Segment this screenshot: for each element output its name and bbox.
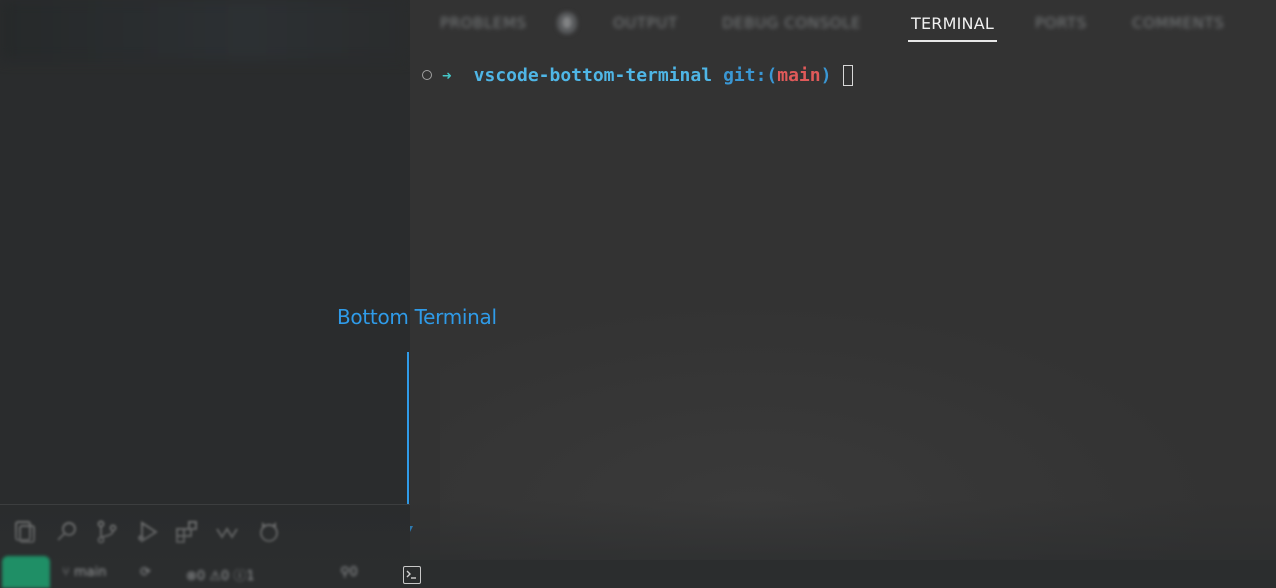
- sidebar: [0, 0, 410, 588]
- activity-bar: [0, 504, 410, 557]
- annotation-arrow: [407, 352, 409, 528]
- status-warnings: 0: [220, 569, 230, 584]
- ports-icon: ⚲: [340, 565, 350, 580]
- git-label-close: ): [820, 64, 832, 86]
- git-label: git:(: [723, 64, 778, 86]
- warning-icon: ⚠: [209, 569, 221, 584]
- panel-tab-bar: PROBLEMS OUTPUT DEBUG CONSOLE TERMINAL P…: [430, 0, 1260, 48]
- extensions-icon[interactable]: [174, 519, 200, 545]
- status-errors: 0: [196, 569, 206, 584]
- tab-problems[interactable]: PROBLEMS: [440, 14, 527, 32]
- branch-icon: ⑂: [62, 565, 70, 580]
- sidebar-header: [0, 0, 410, 60]
- terminal-prompt: ➜ vscode-bottom-terminal git:(main): [420, 62, 854, 88]
- toggle-terminal-button[interactable]: [403, 566, 421, 584]
- search-icon[interactable]: [54, 519, 80, 545]
- files-icon[interactable]: [12, 519, 38, 545]
- sync-icon[interactable]: ⟳: [140, 565, 151, 580]
- terminal-icon: [406, 570, 416, 579]
- prompt-arrow-icon: ➜: [442, 65, 452, 85]
- command-status-icon[interactable]: [422, 70, 432, 80]
- github-icon[interactable]: [256, 519, 282, 545]
- status-branch-item[interactable]: ⑂ main: [62, 565, 106, 580]
- terminal-cursor: [843, 64, 854, 86]
- source-control-icon[interactable]: [94, 519, 120, 545]
- git-branch: main: [777, 64, 821, 86]
- tab-terminal[interactable]: TERMINAL: [908, 14, 997, 42]
- tab-output[interactable]: OUTPUT: [613, 14, 678, 32]
- remote-indicator-button[interactable]: [2, 556, 50, 588]
- problems-count-badge: 0: [557, 12, 577, 34]
- tab-ports[interactable]: PORTS: [1035, 14, 1087, 32]
- info-icon: ⓘ: [233, 569, 247, 584]
- annotation-label: Bottom Terminal: [337, 305, 497, 329]
- status-problems[interactable]: ⊗0 ⚠0 ⓘ1: [186, 565, 255, 584]
- status-info: 1: [246, 569, 255, 584]
- remote-explorer-icon[interactable]: [214, 519, 240, 545]
- terminal-directory: vscode-bottom-terminal: [473, 64, 713, 86]
- tab-debug-console[interactable]: DEBUG CONSOLE: [722, 14, 861, 32]
- status-ports[interactable]: ⚲0: [340, 565, 358, 580]
- tab-comments[interactable]: COMMENTS: [1132, 14, 1224, 32]
- run-debug-icon[interactable]: [134, 519, 160, 545]
- status-branch-name: main: [73, 565, 107, 580]
- status-ports-count: 0: [349, 565, 358, 580]
- terminal-panel[interactable]: [410, 0, 1276, 588]
- error-icon: ⊗: [186, 569, 197, 584]
